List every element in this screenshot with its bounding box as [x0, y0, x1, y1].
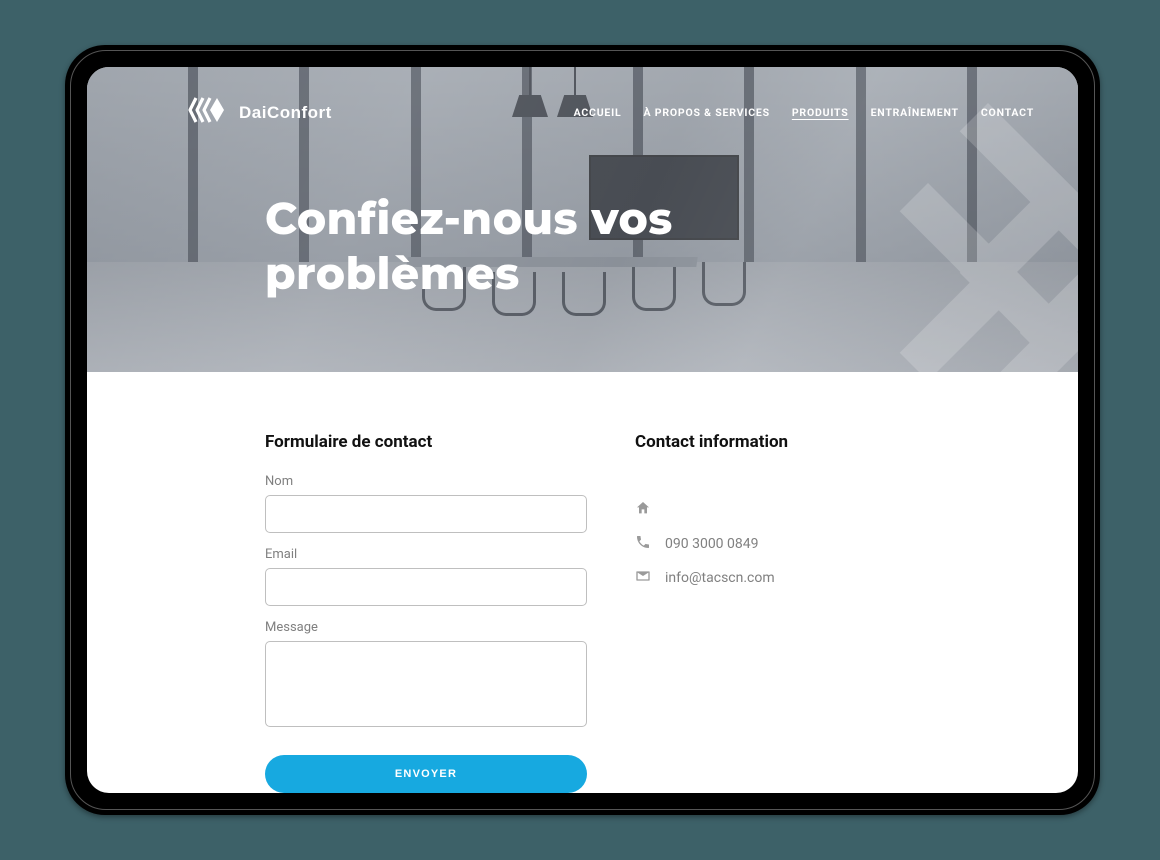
nav-item-produits[interactable]: PRODUITS	[792, 106, 849, 119]
name-label: Nom	[265, 474, 587, 489]
message-label: Message	[265, 620, 587, 635]
email-label: Email	[265, 547, 587, 562]
contact-info: Contact information 090	[635, 432, 957, 793]
name-input[interactable]	[265, 495, 587, 533]
home-icon	[635, 500, 651, 520]
nav-item-accueil[interactable]: ACCUEIL	[574, 106, 622, 119]
form-heading: Formulaire de contact	[265, 432, 587, 452]
top-bar: DaiConfort ACCUEIL À PROPOS & SERVICES P…	[87, 67, 1078, 130]
message-input[interactable]	[265, 641, 587, 727]
brand-name: DaiConfort	[239, 103, 332, 123]
envelope-icon	[635, 568, 651, 588]
contact-email-row: info@tacscn.com	[635, 568, 957, 588]
contact-phone-text: 090 3000 0849	[665, 536, 759, 552]
content-area: Formulaire de contact Nom Email Message …	[87, 372, 1078, 793]
nav-item-apropos-services[interactable]: À PROPOS & SERVICES	[643, 106, 769, 119]
hero-section: DaiConfort ACCUEIL À PROPOS & SERVICES P…	[87, 67, 1078, 372]
contact-info-heading: Contact information	[635, 432, 957, 452]
hero-decor-chevrons	[758, 112, 1078, 412]
hero-title: Confiez-nous vos problèmes	[87, 130, 707, 302]
contact-email-text: info@tacscn.com	[665, 570, 775, 586]
screen: DaiConfort ACCUEIL À PROPOS & SERVICES P…	[87, 67, 1078, 793]
nav-item-entrainement[interactable]: ENTRAÎNEMENT	[871, 106, 959, 119]
email-input[interactable]	[265, 568, 587, 606]
contact-phone-row: 090 3000 0849	[635, 534, 957, 554]
nav-item-contact[interactable]: CONTACT	[981, 106, 1034, 119]
brand[interactable]: DaiConfort	[187, 95, 332, 130]
tablet-frame: DaiConfort ACCUEIL À PROPOS & SERVICES P…	[65, 45, 1100, 815]
brand-logo-icon	[187, 95, 227, 130]
main-nav: ACCUEIL À PROPOS & SERVICES PRODUITS ENT…	[574, 106, 1034, 119]
contact-form: Formulaire de contact Nom Email Message …	[265, 432, 587, 793]
contact-address-row	[635, 500, 957, 520]
submit-button[interactable]: ENVOYER	[265, 755, 587, 793]
phone-icon	[635, 534, 651, 554]
